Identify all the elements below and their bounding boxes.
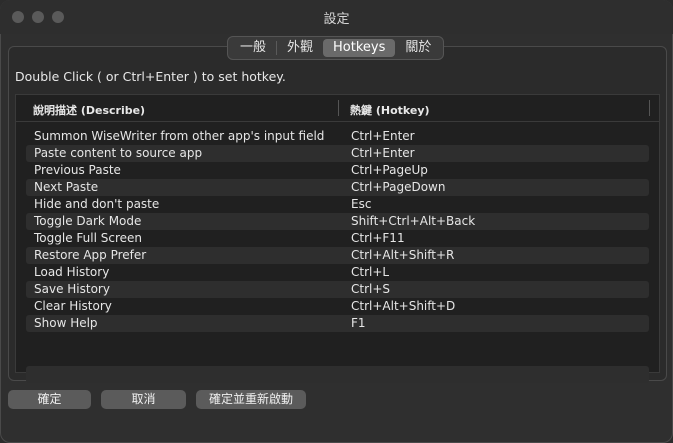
table-row-empty [26,349,649,366]
table-row[interactable]: Restore App Prefer Ctrl+Alt+Shift+R [26,247,649,264]
window-title: 設定 [323,12,350,27]
tab-about[interactable]: 關於 [395,39,441,57]
hotkey-cell[interactable]: Ctrl+PageUp [351,163,428,177]
title-bar: 設定 [0,0,673,34]
table-row[interactable]: Load History Ctrl+L [26,264,649,281]
column-divider[interactable] [338,100,339,116]
hotkey-cell[interactable]: Shift+Ctrl+Alt+Back [351,214,475,228]
hotkey-hint-text: Double Click ( or Ctrl+Enter ) to set ho… [15,69,286,84]
describe-cell: Restore App Prefer [34,248,147,262]
hotkey-cell[interactable]: Ctrl+S [351,282,390,296]
table-row[interactable]: Toggle Full Screen Ctrl+F11 [26,230,649,247]
describe-cell: Next Paste [34,180,99,194]
ok-button[interactable]: 確定 [8,390,91,409]
column-divider[interactable] [649,100,650,116]
tab-general[interactable]: 一般 [230,39,276,57]
describe-cell: Previous Paste [34,163,121,177]
hotkey-cell[interactable]: Ctrl+Alt+Shift+D [351,299,455,313]
describe-cell: Paste content to source app [34,146,203,160]
describe-cell: Clear History [34,299,112,313]
table-row[interactable]: Clear History Ctrl+Alt+Shift+D [26,298,649,315]
table-header: 說明描述 (Describe) 熱鍵 (Hotkey) [16,95,659,122]
describe-cell: Summon WiseWriter from other app's input… [34,129,325,143]
table-row[interactable]: Toggle Dark Mode Shift+Ctrl+Alt+Back [26,213,649,230]
describe-cell: Show Help [34,316,98,330]
table-row[interactable]: Next Paste Ctrl+PageDown [26,179,649,196]
table-row[interactable]: Hide and don't paste Esc [26,196,649,213]
tab-appearance[interactable]: 外觀 [277,39,323,57]
hotkey-cell[interactable]: Ctrl+PageDown [351,180,445,194]
hotkey-cell[interactable]: Ctrl+Alt+Shift+R [351,248,454,262]
describe-cell: Load History [34,265,110,279]
table-row-empty [26,366,649,383]
describe-cell: Toggle Full Screen [34,231,142,245]
column-header-describe[interactable]: 說明描述 (Describe) [33,102,145,118]
ok-and-restart-button[interactable]: 確定並重新啟動 [196,390,306,409]
table-body: Summon WiseWriter from other app's input… [26,128,649,383]
hotkey-cell[interactable]: Ctrl+L [351,265,389,279]
hotkey-cell[interactable]: Ctrl+F11 [351,231,405,245]
table-row[interactable]: Previous Paste Ctrl+PageUp [26,162,649,179]
settings-window: 設定 一般 外觀 Hotkeys 關於 Double Click ( or Ct… [0,0,673,443]
tab-bar: 一般 外觀 Hotkeys 關於 [227,36,445,60]
hotkey-cell[interactable]: Esc [351,197,371,211]
describe-cell: Toggle Dark Mode [34,214,142,228]
tab-hotkeys[interactable]: Hotkeys [323,39,396,57]
hotkey-cell[interactable]: Ctrl+Enter [351,146,415,160]
hotkey-cell[interactable]: F1 [351,316,366,330]
hotkey-table: 說明描述 (Describe) 熱鍵 (Hotkey) Summon WiseW… [15,94,660,383]
hotkey-cell[interactable]: Ctrl+Enter [351,129,415,143]
table-row[interactable]: Save History Ctrl+S [26,281,649,298]
table-row[interactable]: Show Help F1 [26,315,649,332]
table-row[interactable]: Paste content to source app Ctrl+Enter [26,145,649,162]
table-row[interactable]: Summon WiseWriter from other app's input… [26,128,649,145]
describe-cell: Hide and don't paste [34,197,160,211]
describe-cell: Save History [34,282,110,296]
column-header-hotkey[interactable]: 熱鍵 (Hotkey) [350,102,430,118]
table-row-empty [26,332,649,349]
cancel-button[interactable]: 取消 [101,390,186,409]
